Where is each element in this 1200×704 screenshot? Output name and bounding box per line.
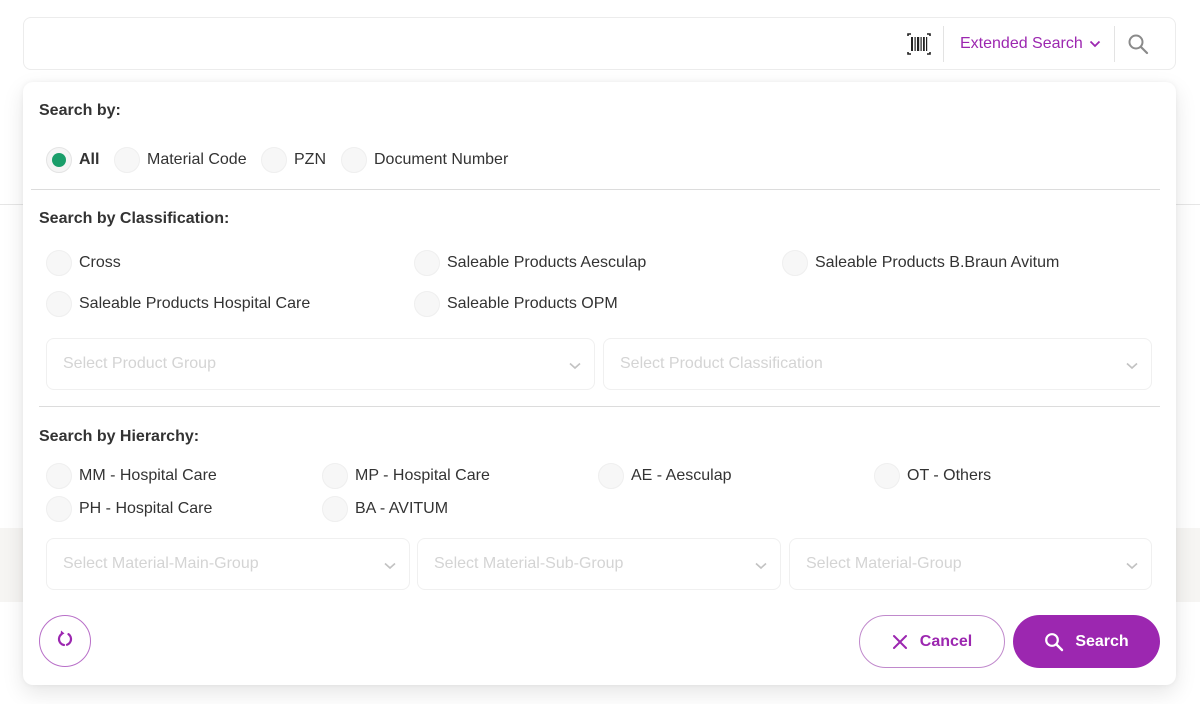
radio-label: PZN [294, 151, 326, 168]
radio-classification-opm[interactable]: Saleable Products OPM [414, 291, 618, 317]
radio-button[interactable] [414, 250, 440, 276]
radio-label: Document Number [374, 151, 509, 168]
chevron-down-icon [1089, 35, 1101, 53]
radio-button[interactable] [261, 147, 287, 173]
search-button[interactable]: Search [1013, 615, 1160, 668]
radio-button[interactable] [782, 250, 808, 276]
reset-button[interactable] [39, 615, 91, 667]
radio-search-by-pzn[interactable]: PZN [261, 147, 326, 173]
divider [1114, 26, 1115, 62]
radio-button[interactable] [46, 463, 72, 489]
search-icon [1044, 632, 1064, 652]
radio-label: Material Code [147, 151, 247, 168]
select-placeholder: Select Material-Sub-Group [434, 555, 624, 572]
close-icon [892, 634, 908, 650]
chevron-down-icon [1125, 558, 1139, 576]
chevron-down-icon [1125, 358, 1139, 376]
radio-classification-cross[interactable]: Cross [46, 250, 121, 276]
chevron-down-icon [383, 558, 397, 576]
radio-button[interactable] [598, 463, 624, 489]
select-placeholder: Select Product Group [63, 355, 216, 372]
radio-classification-avitum[interactable]: Saleable Products B.Braun Avitum [782, 250, 1059, 276]
radio-hierarchy-ae[interactable]: AE - Aesculap [598, 463, 732, 489]
extended-search-toggle[interactable]: Extended Search [960, 18, 1101, 69]
radio-button[interactable] [414, 291, 440, 317]
chevron-down-icon [754, 558, 768, 576]
radio-label: MM - Hospital Care [79, 467, 217, 484]
chevron-down-icon [568, 358, 582, 376]
radio-button[interactable] [46, 291, 72, 317]
radio-button[interactable] [341, 147, 367, 173]
material-main-group-select[interactable]: Select Material-Main-Group [46, 538, 410, 590]
section-divider [39, 406, 1160, 407]
radio-button[interactable] [46, 496, 72, 522]
radio-label: PH - Hospital Care [79, 500, 213, 517]
cancel-button[interactable]: Cancel [859, 615, 1005, 668]
search-bar[interactable]: Extended Search [23, 17, 1176, 70]
radio-button[interactable] [46, 147, 72, 173]
barcode-icon[interactable] [906, 32, 932, 56]
search-by-title: Search by: [39, 102, 121, 119]
radio-label: Saleable Products OPM [447, 295, 618, 312]
select-placeholder: Select Product Classification [620, 355, 823, 372]
material-group-select[interactable]: Select Material-Group [789, 538, 1152, 590]
radio-button[interactable] [322, 496, 348, 522]
refresh-icon [55, 629, 75, 654]
radio-hierarchy-mp[interactable]: MP - Hospital Care [322, 463, 490, 489]
radio-search-by-material-code[interactable]: Material Code [114, 147, 247, 173]
section-divider [31, 189, 1160, 190]
radio-label: Cross [79, 254, 121, 271]
extended-search-panel: Search by: All Material Code PZN Documen… [23, 82, 1176, 685]
cancel-label: Cancel [919, 632, 973, 650]
radio-search-by-all[interactable]: All [46, 147, 99, 173]
search-icon[interactable] [1127, 33, 1149, 55]
radio-hierarchy-ph[interactable]: PH - Hospital Care [46, 496, 212, 522]
select-placeholder: Select Material-Group [806, 555, 962, 572]
radio-button[interactable] [46, 250, 72, 276]
radio-classification-aesculap[interactable]: Saleable Products Aesculap [414, 250, 646, 276]
radio-label: BA - AVITUM [355, 500, 449, 517]
search-label: Search [1075, 632, 1129, 650]
radio-label: MP - Hospital Care [355, 467, 490, 484]
material-sub-group-select[interactable]: Select Material-Sub-Group [417, 538, 781, 590]
radio-label: Saleable Products B.Braun Avitum [815, 254, 1060, 271]
radio-classification-hospital-care[interactable]: Saleable Products Hospital Care [46, 291, 310, 317]
divider [943, 26, 944, 62]
radio-button[interactable] [874, 463, 900, 489]
product-group-select[interactable]: Select Product Group [46, 338, 595, 390]
radio-hierarchy-mm[interactable]: MM - Hospital Care [46, 463, 217, 489]
select-placeholder: Select Material-Main-Group [63, 555, 259, 572]
radio-label: AE - Aesculap [631, 467, 732, 484]
radio-button[interactable] [322, 463, 348, 489]
radio-search-by-document-number[interactable]: Document Number [341, 147, 508, 173]
radio-label: OT - Others [907, 467, 992, 484]
radio-label: Saleable Products Aesculap [447, 254, 647, 271]
product-classification-select[interactable]: Select Product Classification [603, 338, 1152, 390]
extended-search-label: Extended Search [960, 34, 1083, 52]
radio-label: All [79, 151, 100, 168]
radio-hierarchy-ot[interactable]: OT - Others [874, 463, 991, 489]
classification-title: Search by Classification: [39, 210, 230, 227]
hierarchy-title: Search by Hierarchy: [39, 428, 200, 445]
radio-label: Saleable Products Hospital Care [79, 295, 311, 312]
radio-hierarchy-ba[interactable]: BA - AVITUM [322, 496, 448, 522]
radio-button[interactable] [114, 147, 140, 173]
